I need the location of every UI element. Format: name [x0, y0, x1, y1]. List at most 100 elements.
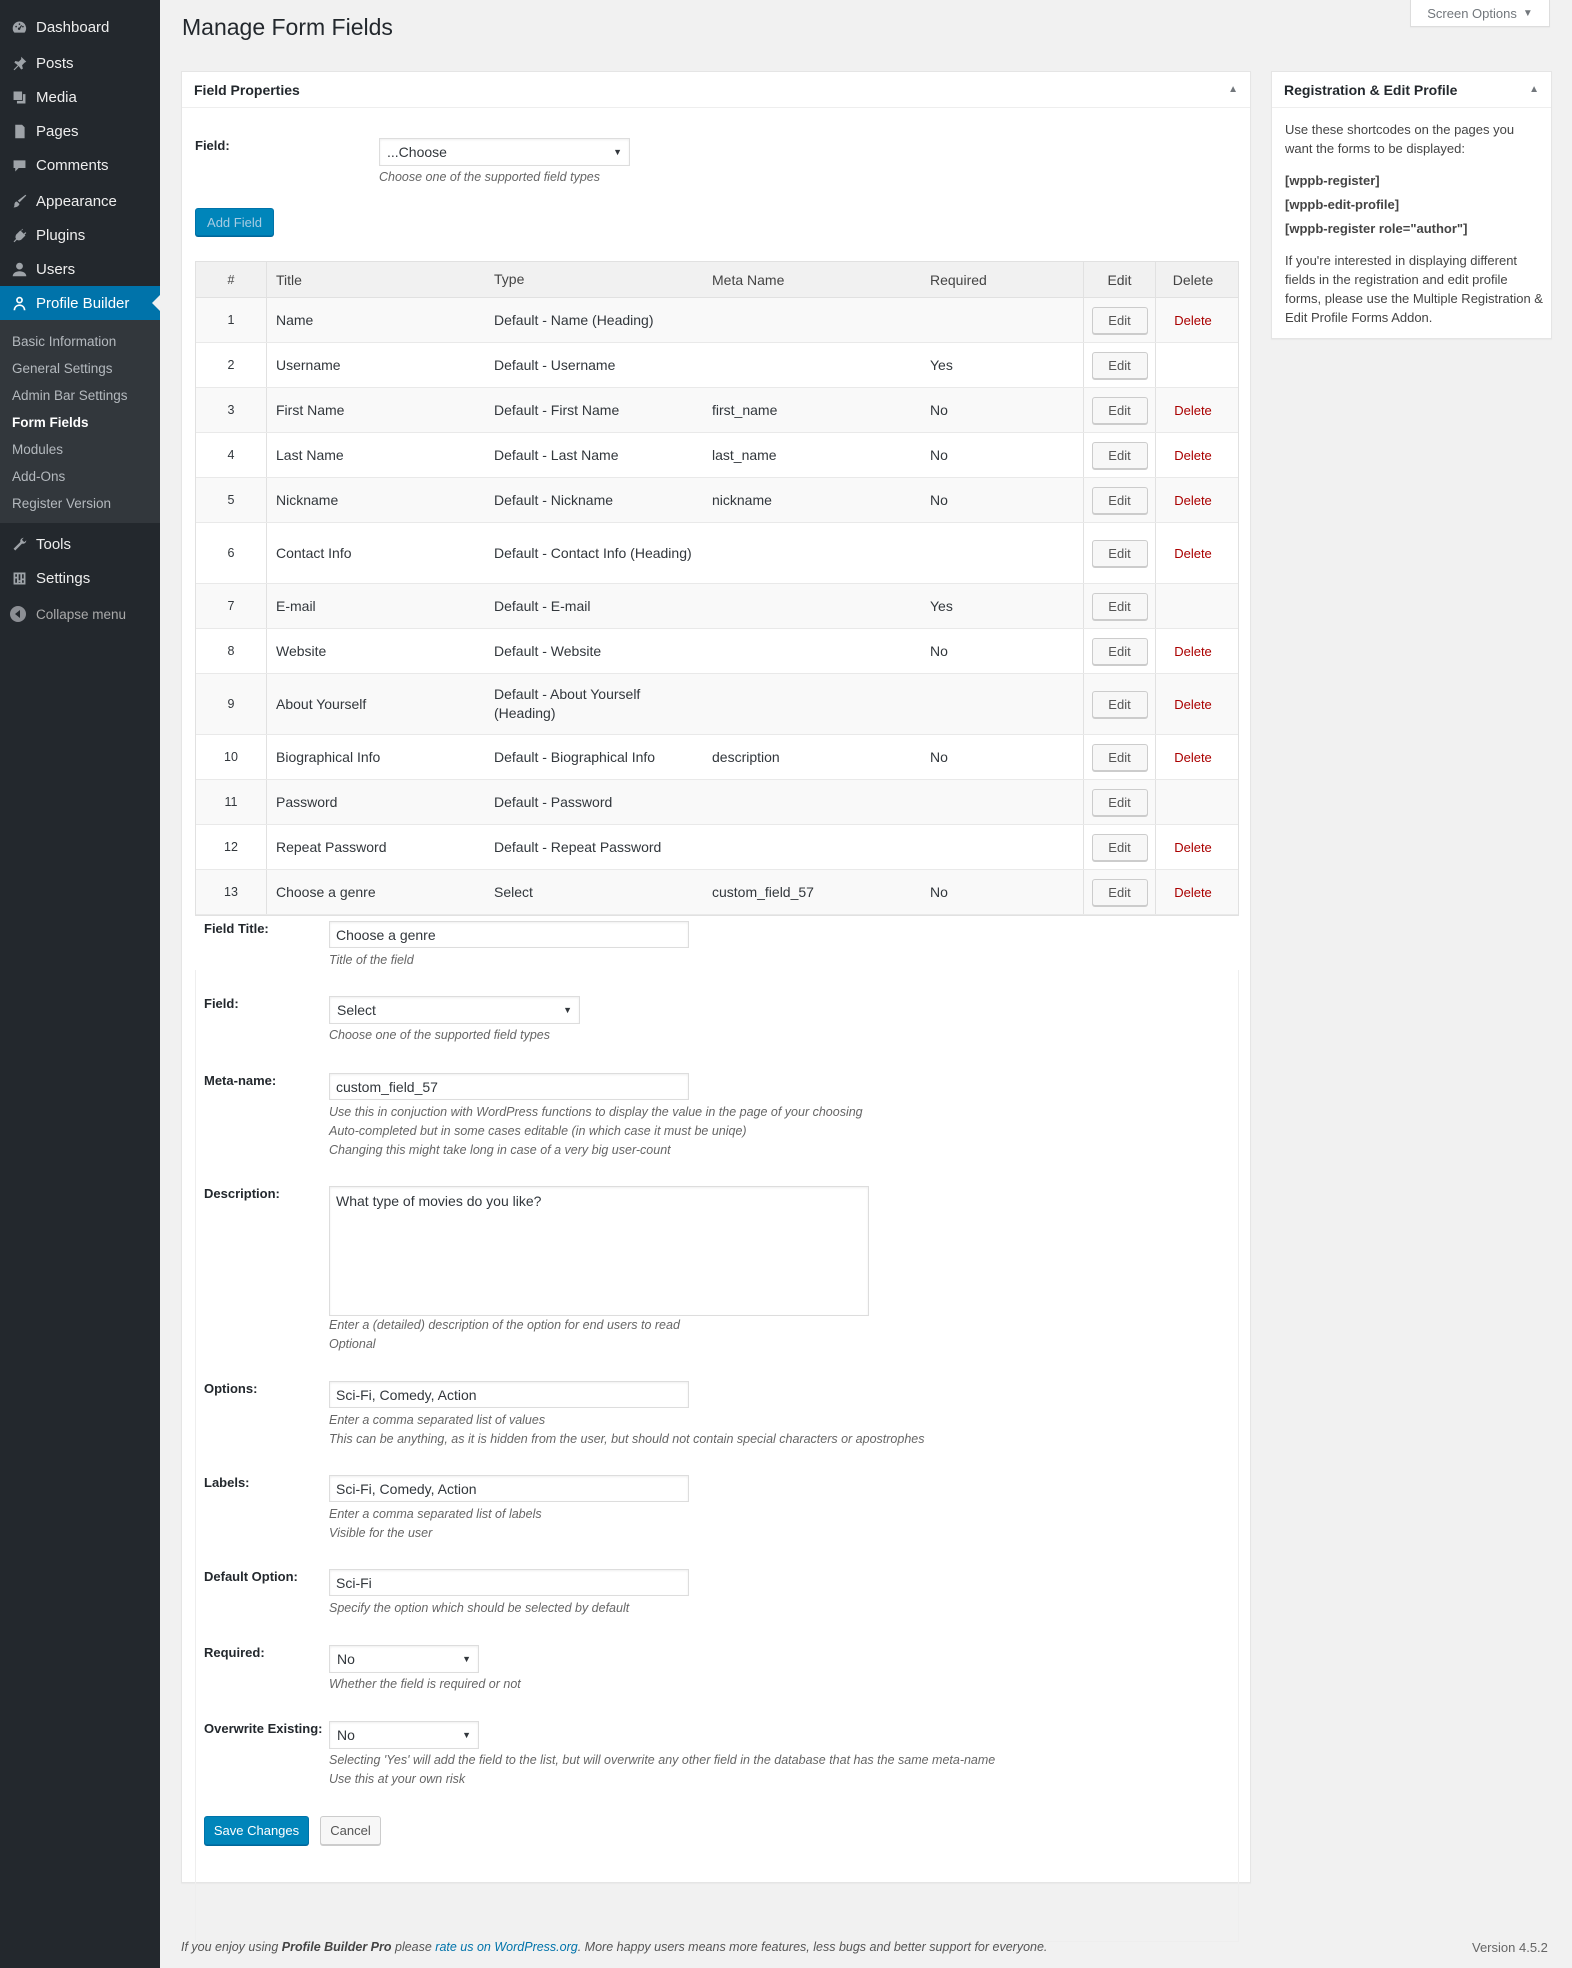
add-field-button[interactable]: Add Field: [195, 208, 274, 236]
description-help-2: Optional: [329, 1337, 376, 1351]
submenu-item-form-fields[interactable]: Form Fields: [0, 409, 160, 436]
plug-icon: [10, 226, 28, 244]
edit-button[interactable]: Edit: [1091, 351, 1148, 379]
submenu-item-basic-information[interactable]: Basic Information: [0, 328, 160, 355]
row-edit-cell: Edit: [1083, 825, 1156, 869]
delete-link[interactable]: Delete: [1174, 750, 1212, 765]
labels-input[interactable]: Sci-Fi, Comedy, Action: [329, 1475, 689, 1502]
overwrite-existing-value: No: [337, 1727, 355, 1743]
options-value: Sci-Fi, Comedy, Action: [336, 1386, 477, 1403]
row-edit-cell: Edit: [1083, 674, 1156, 734]
row-meta-name: custom_field_57: [712, 884, 814, 900]
sidebar-item-tools[interactable]: Tools: [0, 527, 160, 561]
sidebar-item-comments[interactable]: Comments: [0, 148, 160, 182]
sidebar-item-appearance[interactable]: Appearance: [0, 184, 160, 218]
row-meta-name: last_name: [712, 447, 777, 463]
edit-button[interactable]: Edit: [1091, 637, 1148, 665]
required-select[interactable]: No ▼: [329, 1645, 479, 1673]
submenu-item-general-settings[interactable]: General Settings: [0, 355, 160, 382]
rate-us-link[interactable]: rate us on WordPress.org: [435, 1940, 577, 1954]
sidebar-item-label: Pages: [36, 122, 79, 140]
row-delete-cell: Delete: [1156, 523, 1230, 583]
collapse-menu-button[interactable]: Collapse menu: [0, 597, 160, 631]
default-option-input[interactable]: Sci-Fi: [329, 1569, 689, 1596]
sidebar-item-settings[interactable]: Settings: [0, 561, 160, 595]
edit-button[interactable]: Edit: [1091, 539, 1148, 567]
edit-field-type-help: Choose one of the supported field types: [329, 1028, 550, 1042]
submenu-item-admin-bar-settings[interactable]: Admin Bar Settings: [0, 382, 160, 409]
sidebar-item-dashboard[interactable]: Dashboard: [0, 10, 160, 44]
meta-name-value: custom_field_57: [336, 1078, 438, 1095]
delete-link[interactable]: Delete: [1174, 403, 1212, 418]
overwrite-existing-select[interactable]: No ▼: [329, 1721, 479, 1749]
row-required: [921, 780, 1083, 824]
collapse-menu-label: Collapse menu: [36, 606, 127, 622]
edit-button[interactable]: Edit: [1091, 592, 1148, 620]
row-meta-name: [703, 825, 921, 869]
delete-link[interactable]: Delete: [1174, 697, 1212, 712]
labels-value: Sci-Fi, Comedy, Action: [336, 1480, 477, 1497]
edit-button[interactable]: Edit: [1091, 788, 1148, 816]
submenu-item-add-ons[interactable]: Add-Ons: [0, 463, 160, 490]
edit-button[interactable]: Edit: [1091, 396, 1148, 424]
edit-button[interactable]: Edit: [1091, 486, 1148, 514]
edit-button[interactable]: Edit: [1091, 441, 1148, 469]
edit-button[interactable]: Edit: [1091, 306, 1148, 334]
edit-button[interactable]: Edit: [1091, 878, 1148, 906]
sidebar-item-profile-builder[interactable]: Profile Builder: [0, 286, 160, 320]
sidebar-item-label: Dashboard: [36, 18, 110, 36]
edit-field-type-value: Select: [337, 1002, 376, 1018]
row-number: 5: [196, 478, 267, 522]
cancel-button[interactable]: Cancel: [320, 1816, 381, 1845]
field-title-value: Choose a genre: [336, 926, 436, 943]
row-delete-cell: Delete: [1156, 433, 1230, 477]
row-meta-name: [703, 584, 921, 628]
profile-icon: [10, 294, 28, 312]
table-row: 8 Website Default - Website No Edit Delete: [196, 629, 1238, 674]
row-meta-name: [703, 523, 921, 583]
delete-link[interactable]: Delete: [1174, 885, 1212, 900]
collapse-arrow-icon[interactable]: ▲: [1529, 84, 1539, 95]
delete-link[interactable]: Delete: [1174, 840, 1212, 855]
delete-link[interactable]: Delete: [1174, 644, 1212, 659]
description-textarea[interactable]: What type of movies do you like?: [329, 1186, 869, 1316]
sidebar-item-users[interactable]: Users: [0, 252, 160, 286]
meta-name-input[interactable]: custom_field_57: [329, 1073, 689, 1100]
sidebar-item-pages[interactable]: Pages: [0, 114, 160, 148]
field-properties-header[interactable]: Field Properties ▲: [182, 72, 1250, 108]
screen-options-button[interactable]: Screen Options ▼: [1410, 0, 1550, 27]
delete-link[interactable]: Delete: [1174, 546, 1212, 561]
row-title: Biographical Info: [276, 749, 381, 765]
delete-link[interactable]: Delete: [1174, 493, 1212, 508]
collapse-arrow-icon[interactable]: ▲: [1228, 84, 1238, 95]
description-help-1: Enter a (detailed) description of the op…: [329, 1318, 680, 1332]
edit-field-type-select[interactable]: Select ▼: [329, 996, 580, 1024]
save-changes-button[interactable]: Save Changes: [204, 1816, 309, 1845]
edit-button[interactable]: Edit: [1091, 833, 1148, 861]
submenu-item-modules[interactable]: Modules: [0, 436, 160, 463]
overwrite-existing-label: Overwrite Existing:: [204, 1721, 323, 1736]
field-title-input[interactable]: Choose a genre: [329, 921, 689, 948]
delete-link[interactable]: Delete: [1174, 448, 1212, 463]
sidebar-item-media[interactable]: Media: [0, 80, 160, 114]
edit-button[interactable]: Edit: [1091, 690, 1148, 718]
row-title: Password: [276, 794, 338, 810]
meta-name-help-3: Changing this might take long in case of…: [329, 1143, 671, 1157]
row-delete-cell: Delete: [1156, 735, 1230, 779]
row-type: Default - Username: [494, 356, 616, 373]
sidebar-item-plugins[interactable]: Plugins: [0, 218, 160, 252]
options-help-1: Enter a comma separated list of values: [329, 1413, 546, 1427]
footer-text-1: If you enjoy using: [181, 1940, 282, 1954]
row-required: [921, 674, 1083, 734]
edit-button[interactable]: Edit: [1091, 743, 1148, 771]
options-input[interactable]: Sci-Fi, Comedy, Action: [329, 1381, 689, 1408]
row-number: 7: [196, 584, 267, 628]
delete-link[interactable]: Delete: [1174, 313, 1212, 328]
sidebar-item-posts[interactable]: Posts: [0, 46, 160, 80]
brush-icon: [10, 192, 28, 210]
table-row: 5 Nickname Default - Nickname nickname No Edi…: [196, 478, 1238, 523]
submenu-item-register-version[interactable]: Register Version: [0, 490, 160, 517]
side-box-header[interactable]: Registration & Edit Profile ▲: [1272, 72, 1551, 108]
row-type: Default - Contact Info (Heading): [494, 544, 692, 561]
field-type-select[interactable]: ...Choose ▼: [379, 138, 630, 166]
